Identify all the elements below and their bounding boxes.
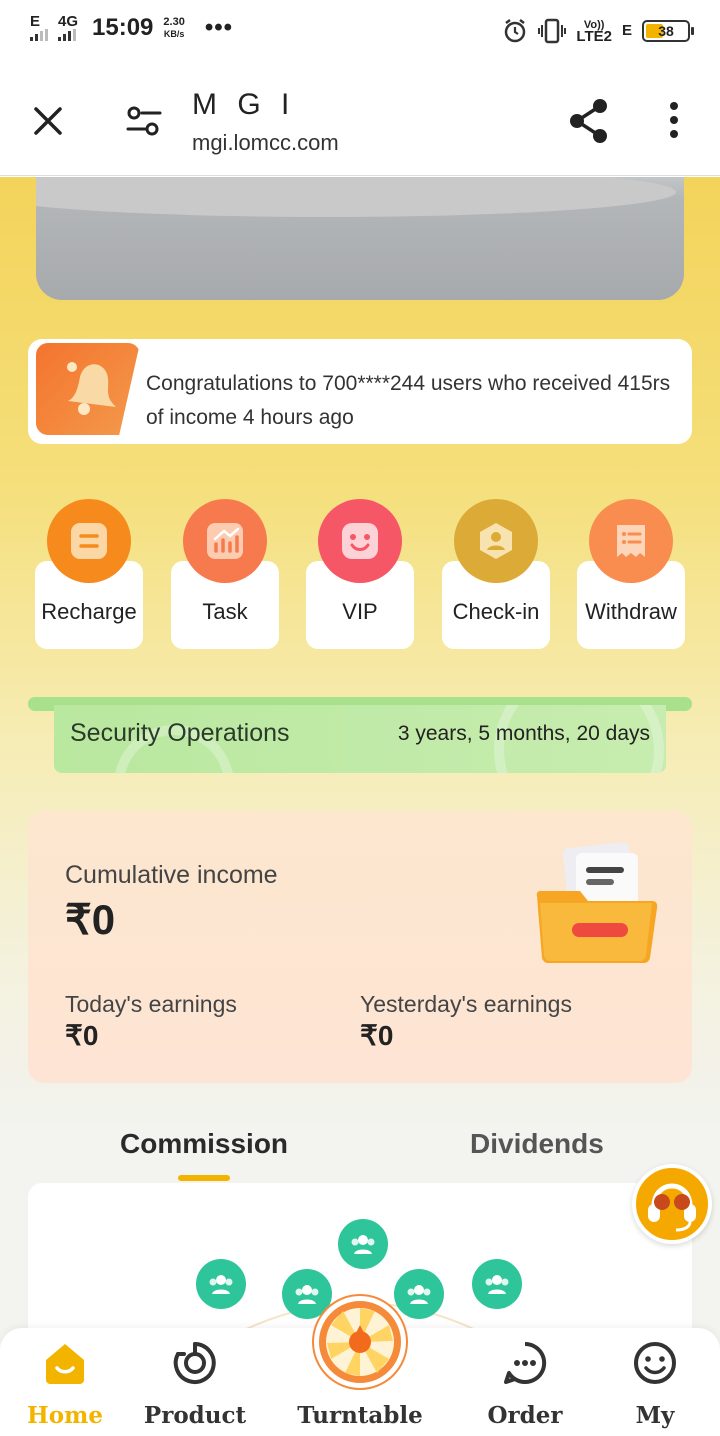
network-type-label: E [621, 22, 632, 39]
headset-icon [648, 1183, 696, 1232]
security-duration: 3 years, 5 months, 20 days [397, 722, 650, 745]
nav-my[interactable]: My [610, 1328, 700, 1436]
home-icon [46, 1344, 84, 1384]
status-bar: E 4G 15:09 2.30 KB/s ••• Vo)) LTE2 E 38 [0, 0, 720, 66]
folder-icon [536, 842, 658, 963]
vip-button[interactable]: VIP [306, 499, 416, 651]
nav-order-label: Order [487, 1402, 563, 1429]
task-label: Task [202, 599, 248, 624]
volte-indicator: Vo)) LTE2 [576, 19, 612, 45]
withdraw-icon [589, 499, 673, 583]
battery-icon: 38 [642, 20, 694, 42]
recharge-label: Recharge [41, 599, 137, 624]
task-button[interactable]: Task [171, 499, 281, 651]
speed-unit: KB/s [163, 29, 185, 39]
product-icon [173, 1342, 216, 1384]
recharge-button[interactable]: Recharge [35, 499, 145, 651]
network-type-label: E [30, 13, 41, 30]
recharge-icon [47, 499, 131, 583]
vip-icon [318, 499, 402, 583]
nav-turntable-label: Turntable [297, 1402, 423, 1429]
volte-bottom: LTE2 [576, 28, 612, 45]
income-card: Cumulative income ₹0 Today's earnings ₹0… [28, 811, 692, 1083]
active-tab-indicator [178, 1175, 230, 1181]
security-title: Security Operations [70, 719, 290, 747]
tab-dividends[interactable]: Dividends [470, 1128, 604, 1160]
announcement-text: Congratulations to 700****244 users who … [146, 372, 671, 429]
yesterday-earnings-value: ₹0 [360, 1020, 394, 1051]
team-member-icon [472, 1259, 522, 1309]
bell-icon [36, 343, 140, 435]
more-options-icon[interactable] [660, 100, 688, 140]
nav-home-label: Home [26, 1402, 104, 1429]
check-in-label: Check-in [452, 599, 540, 624]
turntable-icon[interactable] [314, 1296, 406, 1388]
clock: 15:09 [92, 14, 154, 41]
banner-image[interactable] [36, 177, 684, 300]
vip-label: VIP [342, 599, 378, 624]
today-earnings-label: Today's earnings [65, 991, 237, 1017]
signal-bars-icon [30, 29, 48, 41]
withdraw-label: Withdraw [585, 599, 677, 624]
team-member-icon [394, 1269, 444, 1319]
network-type-label: 4G [58, 13, 79, 30]
announcement-card[interactable]: Congratulations to 700****244 users who … [28, 339, 692, 444]
cumulative-income-value: ₹0 [65, 896, 116, 943]
share-icon[interactable] [568, 98, 610, 144]
more-notifications-icon: ••• [204, 14, 234, 41]
page-url: mgi.lomcc.com [192, 130, 339, 155]
team-member-icon [338, 1219, 388, 1269]
task-icon [183, 499, 267, 583]
nav-order[interactable]: Order [475, 1328, 575, 1436]
cumulative-income-label: Cumulative income [65, 861, 278, 889]
yesterday-earnings-label: Yesterday's earnings [360, 991, 572, 1017]
signal-bars-icon [58, 29, 76, 41]
team-member-icon [196, 1259, 246, 1309]
nav-my-label: My [635, 1402, 675, 1429]
tab-commission[interactable]: Commission [120, 1128, 288, 1160]
alarm-icon [505, 19, 526, 43]
withdraw-button[interactable]: Withdraw [577, 499, 687, 651]
site-settings-icon[interactable] [124, 104, 164, 138]
check-in-button[interactable]: Check-in [442, 499, 552, 651]
nav-home[interactable]: Home [20, 1328, 110, 1436]
nav-product-label: Product [143, 1402, 247, 1429]
security-operations-banner: Security Operations 3 years, 5 months, 2… [54, 705, 666, 773]
battery-level: 38 [658, 23, 674, 39]
customer-support-button[interactable] [632, 1164, 712, 1244]
check-in-icon [454, 499, 538, 583]
close-icon[interactable] [30, 103, 66, 139]
signal-indicator-2: 4G [58, 13, 79, 41]
page-title: M G I [192, 88, 296, 121]
network-speed: 2.30 KB/s [163, 16, 184, 40]
speed-value: 2.30 [163, 16, 185, 28]
page-content: Congratulations to 700****244 users who … [0, 177, 720, 1436]
signal-indicator-1: E [30, 13, 48, 41]
browser-toolbar: M G I mgi.lomcc.com [0, 66, 720, 176]
nav-product[interactable]: Product [140, 1328, 250, 1436]
today-earnings-value: ₹0 [65, 1020, 99, 1051]
vibrate-icon [538, 18, 567, 44]
order-icon [504, 1341, 547, 1384]
profile-icon [634, 1342, 676, 1384]
